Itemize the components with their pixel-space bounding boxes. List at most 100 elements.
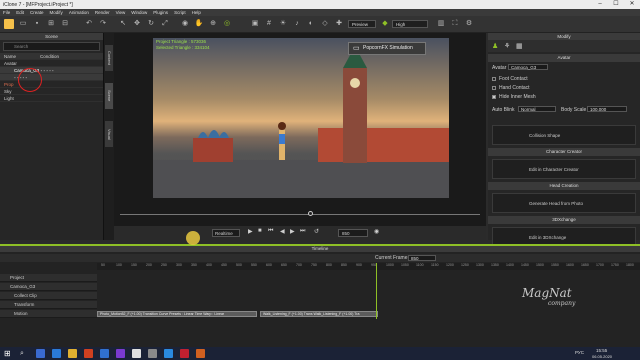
tab-visual[interactable]: Visual	[105, 121, 113, 147]
display-icon[interactable]: ▣	[250, 19, 260, 29]
menu-render[interactable]: Render	[95, 10, 110, 15]
import-icon[interactable]: ⊞	[46, 19, 56, 29]
light-icon[interactable]: ☀	[278, 19, 288, 29]
fullscreen-icon[interactable]: ⛶	[450, 19, 460, 29]
menu-script[interactable]: Script	[174, 10, 186, 15]
track-camoca[interactable]: Camoca_G3	[0, 283, 97, 291]
premiere-icon[interactable]	[116, 349, 125, 358]
track-transform[interactable]: Transform	[0, 301, 97, 309]
eye-icon[interactable]: ◎	[222, 19, 232, 29]
realtime-select[interactable]: Realtime	[212, 229, 240, 237]
app3-icon[interactable]	[180, 349, 189, 358]
grid-icon[interactable]: #	[264, 19, 274, 29]
app4-icon[interactable]	[196, 349, 205, 358]
menu-plugins[interactable]: Plugins	[153, 10, 168, 15]
tree-item-light[interactable]: Light	[0, 95, 103, 102]
next-frame-icon[interactable]: ▶	[290, 228, 295, 235]
preview-select[interactable]: Preview	[348, 20, 376, 28]
pan-icon[interactable]: ✋	[194, 19, 204, 29]
menu-help[interactable]: Help	[192, 10, 201, 15]
track-motion[interactable]: Motion	[0, 310, 97, 318]
collision-shape-button[interactable]: Collision Shape	[492, 125, 636, 145]
play-icon[interactable]: ▶	[248, 228, 253, 235]
avatar-tab-icon[interactable]: ♟	[492, 42, 498, 50]
edit-in-cc-button[interactable]: Edit in Character Creator	[492, 159, 636, 179]
office-icon[interactable]	[84, 349, 93, 358]
auto-blink-select[interactable]: Normal	[518, 106, 556, 112]
app2-icon[interactable]	[164, 349, 173, 358]
menu-edit[interactable]: Edit	[16, 10, 24, 15]
redo-icon[interactable]: ↷	[98, 19, 108, 29]
zoom-icon[interactable]: ⊕	[208, 19, 218, 29]
current-frame-field[interactable]: 850	[408, 255, 436, 261]
track-collect-clip[interactable]: Collect Clip	[0, 292, 97, 300]
menu-modify[interactable]: Modify	[50, 10, 63, 15]
new-project-icon[interactable]	[4, 19, 14, 29]
motion-clip-2[interactable]: Walk_Listening_F (+1.00) Trans Walk_List…	[260, 311, 378, 317]
prev-frame-icon[interactable]: ◀	[280, 228, 285, 235]
hand-contact-row[interactable]: Hand Contact	[492, 85, 530, 91]
quality-select[interactable]: High	[392, 20, 428, 28]
scene-search-input[interactable]: Search	[3, 42, 100, 51]
settings-icon[interactable]: ⚙	[464, 19, 474, 29]
menu-create[interactable]: Create	[30, 10, 44, 15]
scrub-handle[interactable]	[308, 211, 313, 216]
export-icon[interactable]: ⊟	[60, 19, 70, 29]
avatar-name-field[interactable]: Camoca_G3	[508, 64, 548, 70]
prev-key-icon[interactable]: ⏮	[268, 228, 273, 235]
loop-icon[interactable]: ↺	[314, 228, 319, 235]
playhead[interactable]	[376, 263, 377, 319]
frame-input[interactable]: 850	[338, 229, 368, 237]
tree-item-prop[interactable]: Prop	[0, 81, 103, 88]
wire-icon[interactable]: ◇	[320, 19, 330, 29]
gizmo-icon[interactable]: ✚	[334, 19, 344, 29]
body-scale-field[interactable]: 100.000	[587, 106, 627, 112]
edge-icon[interactable]	[52, 349, 61, 358]
tree-item-camoca-sub[interactable]: ▪ ▪ ▪ ▪ ▪	[0, 74, 103, 81]
generate-head-button[interactable]: Generate Head from Photo	[492, 193, 636, 213]
stop-icon[interactable]: ■	[258, 228, 262, 234]
save-icon[interactable]: ▪	[32, 19, 42, 29]
foot-contact-row[interactable]: Foot Contact	[492, 76, 528, 82]
menu-file[interactable]: File	[3, 10, 10, 15]
undo-icon[interactable]: ↶	[84, 19, 94, 29]
tree-item-sky[interactable]: Sky	[0, 88, 103, 95]
clock-time[interactable]: 15:55	[596, 348, 607, 353]
menu-animation[interactable]: Animation	[69, 10, 89, 15]
camera-icon[interactable]: ◉	[180, 19, 190, 29]
clock-date[interactable]: 06.05.2020	[592, 354, 612, 359]
viewport-scene-image[interactable]	[153, 38, 449, 198]
close-icon[interactable]: ✕	[624, 0, 640, 9]
iclone-icon[interactable]	[132, 349, 141, 358]
tab-scene[interactable]: Scene	[105, 83, 113, 109]
maximize-icon[interactable]: ☐	[608, 0, 624, 9]
material-tab-icon[interactable]: ⚘	[504, 42, 510, 50]
time-scrub-line[interactable]	[120, 214, 480, 215]
track-project[interactable]: Project	[0, 274, 97, 282]
popcornfx-button[interactable]: ▭ PopcornFX Simulation	[348, 42, 426, 55]
select-icon[interactable]: ↖	[118, 19, 128, 29]
menu-window[interactable]: Window	[131, 10, 147, 15]
minimize-icon[interactable]: –	[592, 0, 608, 9]
stats-icon[interactable]: ▥	[436, 19, 446, 29]
record-icon[interactable]: ◉	[374, 228, 379, 235]
timeline-ruler[interactable]: 50 100 150 200 250 300 350 400 450 500 550 600 650 70…	[97, 263, 640, 270]
move-icon[interactable]: ✥	[132, 19, 142, 29]
rotate-icon[interactable]: ↻	[146, 19, 156, 29]
hide-inner-mesh-row[interactable]: Hide Inner Mesh	[492, 94, 536, 100]
language-indicator[interactable]: РУС	[575, 350, 584, 355]
tab-content[interactable]: Content	[105, 45, 113, 71]
start-icon[interactable]: ⊞	[4, 349, 13, 358]
scale-icon[interactable]: ⤢	[160, 19, 170, 29]
next-key-icon[interactable]: ⏭	[300, 228, 305, 235]
explorer-icon[interactable]	[68, 349, 77, 358]
shader-icon[interactable]: ◐	[306, 19, 316, 29]
tree-item-avatar[interactable]: Avatar	[0, 60, 103, 67]
app-icon[interactable]	[148, 349, 157, 358]
render-quality-icon[interactable]: ◆	[380, 19, 390, 29]
menu-view[interactable]: View	[116, 10, 126, 15]
taskview-icon[interactable]	[36, 349, 45, 358]
checker-tab-icon[interactable]: ▦	[516, 42, 523, 50]
search-icon[interactable]: ⌕	[20, 349, 29, 358]
photoshop-icon[interactable]	[100, 349, 109, 358]
